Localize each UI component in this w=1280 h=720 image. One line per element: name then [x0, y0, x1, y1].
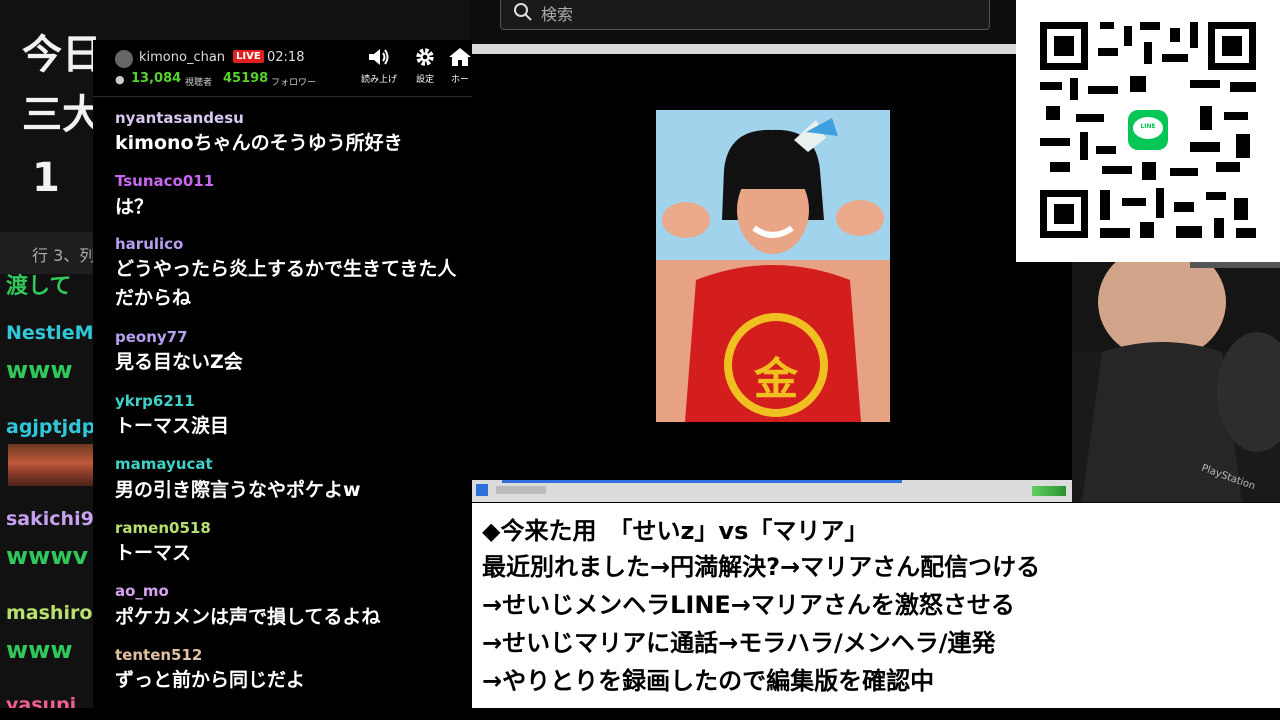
viewer-count: 13,084 [131, 71, 182, 86]
channel-name: kimono_chan [139, 50, 226, 65]
avatar [115, 50, 133, 68]
side-chat-message: www [6, 356, 73, 384]
speaker-icon [369, 49, 389, 65]
seek-bar[interactable] [502, 480, 902, 483]
window-titlebar [472, 44, 1072, 54]
player-buttons[interactable] [496, 486, 546, 494]
chat-username: ramen0518 [115, 519, 211, 537]
chat-message: ずっと前から同じだよ [115, 669, 306, 691]
shirt-text: 金 [754, 354, 798, 405]
note-line: →やりとりを録画したので編集版を確認中 [482, 667, 935, 695]
search-box[interactable]: 検索 [500, 0, 990, 30]
side-chat-image [8, 444, 94, 486]
side-chat-user: mashiro [6, 602, 93, 624]
settings-button[interactable]: 設定 [407, 46, 443, 85]
home-button[interactable]: ホー [447, 46, 473, 85]
note-line: ◆今来た用 「せいz」vs「マリア」 [482, 517, 869, 545]
elapsed-time: 02:18 [267, 50, 305, 65]
gear-icon [416, 48, 434, 66]
top-bar: 検索 [472, 0, 1017, 44]
cursor-position: 行 3、列 [32, 246, 96, 265]
editor-line: 1 [32, 155, 60, 201]
media-player-controls[interactable] [472, 480, 1072, 502]
qr-code-icon [1040, 22, 1256, 238]
side-chat-message: wwwv [6, 542, 89, 570]
chat-message: は？ [115, 196, 154, 218]
chat-message: kimonoちゃんのそうゆう所好き [115, 132, 403, 154]
button-label: 読み上げ [360, 75, 397, 85]
note-line: →せいじマリアに通話→モラハラ/メンヘラ/連発 [482, 629, 996, 657]
side-chat-user: sakichi9 [6, 508, 94, 530]
chat-username: Tsunaco011 [115, 172, 215, 190]
line-logo-text: LINE [1140, 123, 1156, 130]
costume-photo: 金 [656, 110, 890, 422]
note-line: 最近別れました→円満解決?→マリアさん配信つける [482, 553, 1041, 581]
chat-message: 男の引き際言うなやポケよw [115, 479, 361, 501]
play-icon[interactable] [476, 484, 488, 496]
chat-message: ポケカメンは声で損してるよね [115, 606, 381, 628]
chat-message: 見る目ないZ会 [115, 351, 243, 373]
home-icon [449, 48, 471, 66]
volume-meter[interactable] [1032, 486, 1066, 496]
chat-panel: kimono_chan LIVE 02:18 ● 13,084 視聴者 4519… [93, 40, 473, 710]
read-aloud-button[interactable]: 読み上げ [359, 46, 399, 85]
editor-line: 三大 [22, 92, 102, 138]
chat-username: harulico [115, 235, 184, 253]
webcam-image [1072, 262, 1280, 502]
live-badge: LIVE [233, 50, 264, 63]
side-chat-message: www [6, 636, 73, 664]
side-chat-user: NestleM [6, 322, 94, 344]
chat-username: tenten512 [115, 646, 203, 664]
webcam-feed: PlayStation [1072, 262, 1280, 502]
follower-label: フォロワー [271, 78, 317, 88]
chat-username: ykrp6211 [115, 392, 195, 410]
chat-username: ao_mo [115, 582, 169, 600]
side-chat-user: 渡して [6, 274, 72, 299]
editor-line: 今日 [22, 32, 102, 78]
chat-username: nyantasandesu [115, 109, 244, 127]
notes-panel: ◆今来た用 「せいz」vs「マリア」 最近別れました→円満解決?→マリアさん配信… [472, 503, 1280, 708]
chat-message: トーマス [115, 542, 192, 564]
button-label: ホー [450, 75, 469, 85]
viewers-icon: ● [115, 73, 125, 86]
line-qr-code[interactable]: LINE [1016, 0, 1280, 262]
chat-header: kimono_chan LIVE 02:18 ● 13,084 視聴者 4519… [93, 40, 473, 97]
chat-message: トーマス涙目 [115, 415, 230, 437]
button-label: 設定 [415, 75, 434, 85]
search-icon [514, 3, 532, 21]
viewer-label: 視聴者 [185, 78, 213, 88]
side-chat-user: agjptjdp [6, 416, 96, 438]
chat-username: peony77 [115, 328, 188, 346]
bottom-strip [0, 708, 1280, 720]
search-placeholder: 検索 [541, 5, 574, 24]
note-line: →せいじメンヘラLINE→マリアさんを激怒させる [482, 591, 1015, 619]
chat-message: どうやったら炎上するかで生きてきた人だからね [115, 258, 457, 309]
follower-count: 45198 [223, 71, 269, 86]
chat-username: mamayucat [115, 455, 213, 473]
